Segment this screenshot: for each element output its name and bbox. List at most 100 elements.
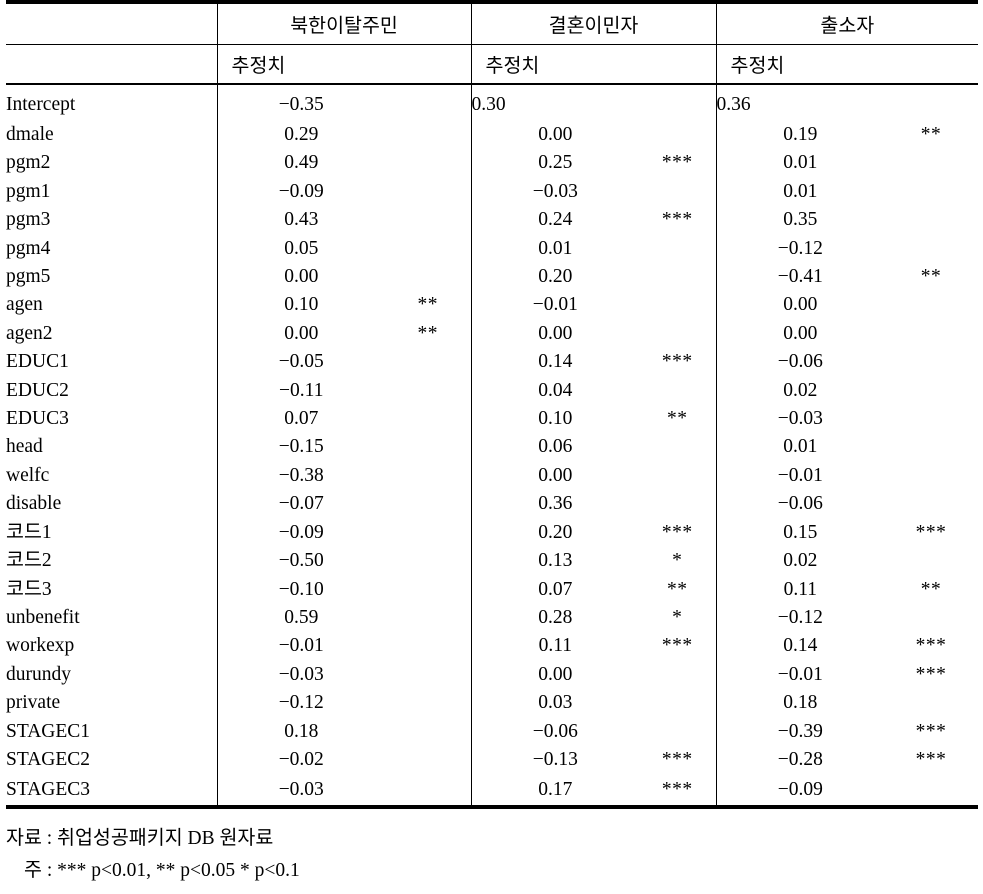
- significance-marriage-immigrants: [639, 462, 716, 490]
- value-north-korean-defectors: 0.49: [216, 149, 385, 178]
- table-row: 코드1 −0.09 0.20 *** 0.15 ***: [6, 518, 978, 548]
- significance-ex-offenders: [884, 774, 979, 810]
- table-row: pgm2 0.49 0.25 *** 0.01: [6, 149, 978, 178]
- value-north-korean-defectors: −0.35: [216, 84, 385, 121]
- value-marriage-immigrants: 0.20: [470, 518, 640, 548]
- significance-ex-offenders: [884, 490, 978, 518]
- significance-north-korean-defectors: [385, 519, 471, 547]
- value-north-korean-defectors: −0.10: [216, 575, 385, 604]
- significance-north-korean-defectors: [385, 178, 471, 206]
- significance-north-korean-defectors: [385, 149, 471, 177]
- significance-marriage-immigrants: [639, 291, 716, 319]
- value-north-korean-defectors: −0.02: [216, 745, 385, 775]
- significance-marriage-immigrants: ***: [661, 635, 693, 657]
- value-ex-offenders: −0.01: [715, 461, 885, 491]
- significance-marriage-immigrants: [639, 320, 716, 348]
- group-header-ex-offenders: 출소자: [715, 0, 979, 45]
- table-row: disable −0.07 0.36 −0.06: [6, 490, 978, 519]
- table-row: agen 0.10 ** −0.01 0.00: [6, 291, 978, 320]
- row-variable-label: agen: [6, 294, 43, 316]
- significance-ex-offenders: ***: [915, 521, 947, 543]
- significance-ex-offenders: [884, 405, 978, 433]
- value-marriage-immigrants: 0.00: [470, 319, 640, 349]
- value-marriage-immigrants: 0.00: [470, 660, 640, 690]
- value-marriage-immigrants: 0.04: [470, 376, 640, 406]
- table-sheet: 북한이탈주민 결혼이민자 출소자 추정치 추정치 추정치 Intercept −0…: [0, 0, 983, 894]
- significance-marriage-immigrants: ***: [639, 774, 717, 810]
- value-marriage-immigrants: 0.17: [470, 774, 640, 810]
- row-variable-label: agen2: [6, 322, 53, 344]
- table-row: private −0.12 0.03 0.18: [6, 689, 978, 718]
- value-north-korean-defectors: 0.43: [216, 206, 385, 235]
- value-north-korean-defectors: −0.03: [216, 660, 385, 690]
- value-ex-offenders: 0.18: [715, 689, 885, 718]
- value-marriage-immigrants: 0.00: [470, 461, 640, 491]
- table-row: durundy −0.03 0.00 −0.01 ***: [6, 660, 978, 690]
- value-marriage-immigrants: −0.06: [470, 717, 640, 746]
- value-north-korean-defectors: −0.50: [216, 547, 385, 576]
- significance-north-korean-defectors: [385, 206, 471, 234]
- table-row: STAGEC3 −0.03 0.17 *** −0.09: [6, 774, 979, 810]
- value-ex-offenders: −0.03: [715, 405, 885, 434]
- significance-marriage-immigrants: [639, 490, 716, 518]
- significance-marriage-immigrants: [639, 84, 716, 121]
- row-variable-label: STAGEC3: [6, 774, 217, 810]
- table-row: STAGEC2 −0.02 −0.13 *** −0.28 ***: [6, 745, 978, 775]
- significance-ex-offenders: [884, 320, 978, 348]
- group-header-north-korean-defectors: 북한이탈주민: [216, 0, 472, 45]
- significance-ex-offenders: [884, 547, 978, 575]
- row-variable-label: private: [6, 692, 61, 714]
- table-row: Intercept −0.35 0.30 0.36: [6, 84, 978, 121]
- value-marriage-immigrants: 0.14: [470, 348, 640, 377]
- regression-results-table: 북한이탈주민 결혼이민자 출소자 추정치 추정치 추정치 Intercept −0…: [6, 0, 979, 810]
- significance-marriage-immigrants: [639, 178, 716, 206]
- significance-north-korean-defectors: [385, 604, 471, 632]
- significance-marriage-immigrants: ***: [661, 152, 693, 174]
- sub-header-estimate-col3: 추정치: [715, 44, 979, 85]
- significance-marriage-immigrants: ***: [661, 521, 693, 543]
- significance-north-korean-defectors: **: [417, 294, 438, 316]
- value-ex-offenders: −0.06: [715, 490, 885, 519]
- significance-north-korean-defectors: [385, 576, 471, 604]
- table-row: EDUC1 −0.05 0.14 *** −0.06: [6, 348, 978, 377]
- row-variable-label: 코드3: [6, 578, 52, 600]
- value-north-korean-defectors: −0.01: [216, 632, 385, 661]
- value-north-korean-defectors: 0.18: [216, 717, 385, 746]
- significance-ex-offenders: **: [920, 578, 942, 600]
- table-row: 코드2 −0.50 0.13 * 0.02: [6, 547, 978, 576]
- significance-north-korean-defectors: [385, 235, 471, 263]
- significance-marriage-immigrants: [639, 718, 716, 746]
- significance-marriage-immigrants: [639, 121, 716, 149]
- value-ex-offenders: −0.01: [715, 660, 885, 690]
- significance-north-korean-defectors: [385, 490, 471, 518]
- value-north-korean-defectors: −0.38: [216, 461, 385, 491]
- row-variable-label: EDUC1: [6, 351, 69, 373]
- value-ex-offenders: 0.11: [715, 575, 885, 604]
- significance-ex-offenders: **: [920, 124, 942, 145]
- value-ex-offenders: −0.12: [715, 603, 885, 633]
- value-marriage-immigrants: 0.30: [470, 84, 640, 121]
- significance-ex-offenders: [884, 149, 978, 177]
- significance-marriage-immigrants: *: [672, 550, 683, 572]
- row-header-corner: [6, 0, 217, 45]
- group-header-marriage-immigrants: 결혼이민자: [470, 0, 717, 45]
- row-variable-label: STAGEC2: [6, 748, 91, 770]
- significance-marriage-immigrants: **: [667, 578, 688, 600]
- significance-ex-offenders: ***: [915, 720, 947, 742]
- significance-marriage-immigrants: [639, 377, 716, 405]
- significance-north-korean-defectors: [385, 84, 471, 121]
- row-variable-label: 코드2: [6, 550, 52, 572]
- value-ex-offenders: −0.09: [715, 774, 885, 810]
- value-marriage-immigrants: −0.13: [470, 745, 640, 775]
- value-north-korean-defectors: 0.10: [216, 291, 385, 320]
- significance-north-korean-defectors: [385, 348, 471, 376]
- significance-marriage-immigrants: [639, 661, 716, 689]
- significance-north-korean-defectors: [385, 718, 471, 746]
- row-variable-label: unbenefit: [6, 606, 80, 628]
- table-row: STAGEC1 0.18 −0.06 −0.39 ***: [6, 717, 978, 746]
- value-north-korean-defectors: 0.59: [216, 603, 385, 633]
- significance-ex-offenders: [884, 433, 978, 461]
- row-variable-label: head: [6, 436, 43, 458]
- value-north-korean-defectors: −0.09: [216, 177, 385, 207]
- table-row: workexp −0.01 0.11 *** 0.14 ***: [6, 632, 978, 661]
